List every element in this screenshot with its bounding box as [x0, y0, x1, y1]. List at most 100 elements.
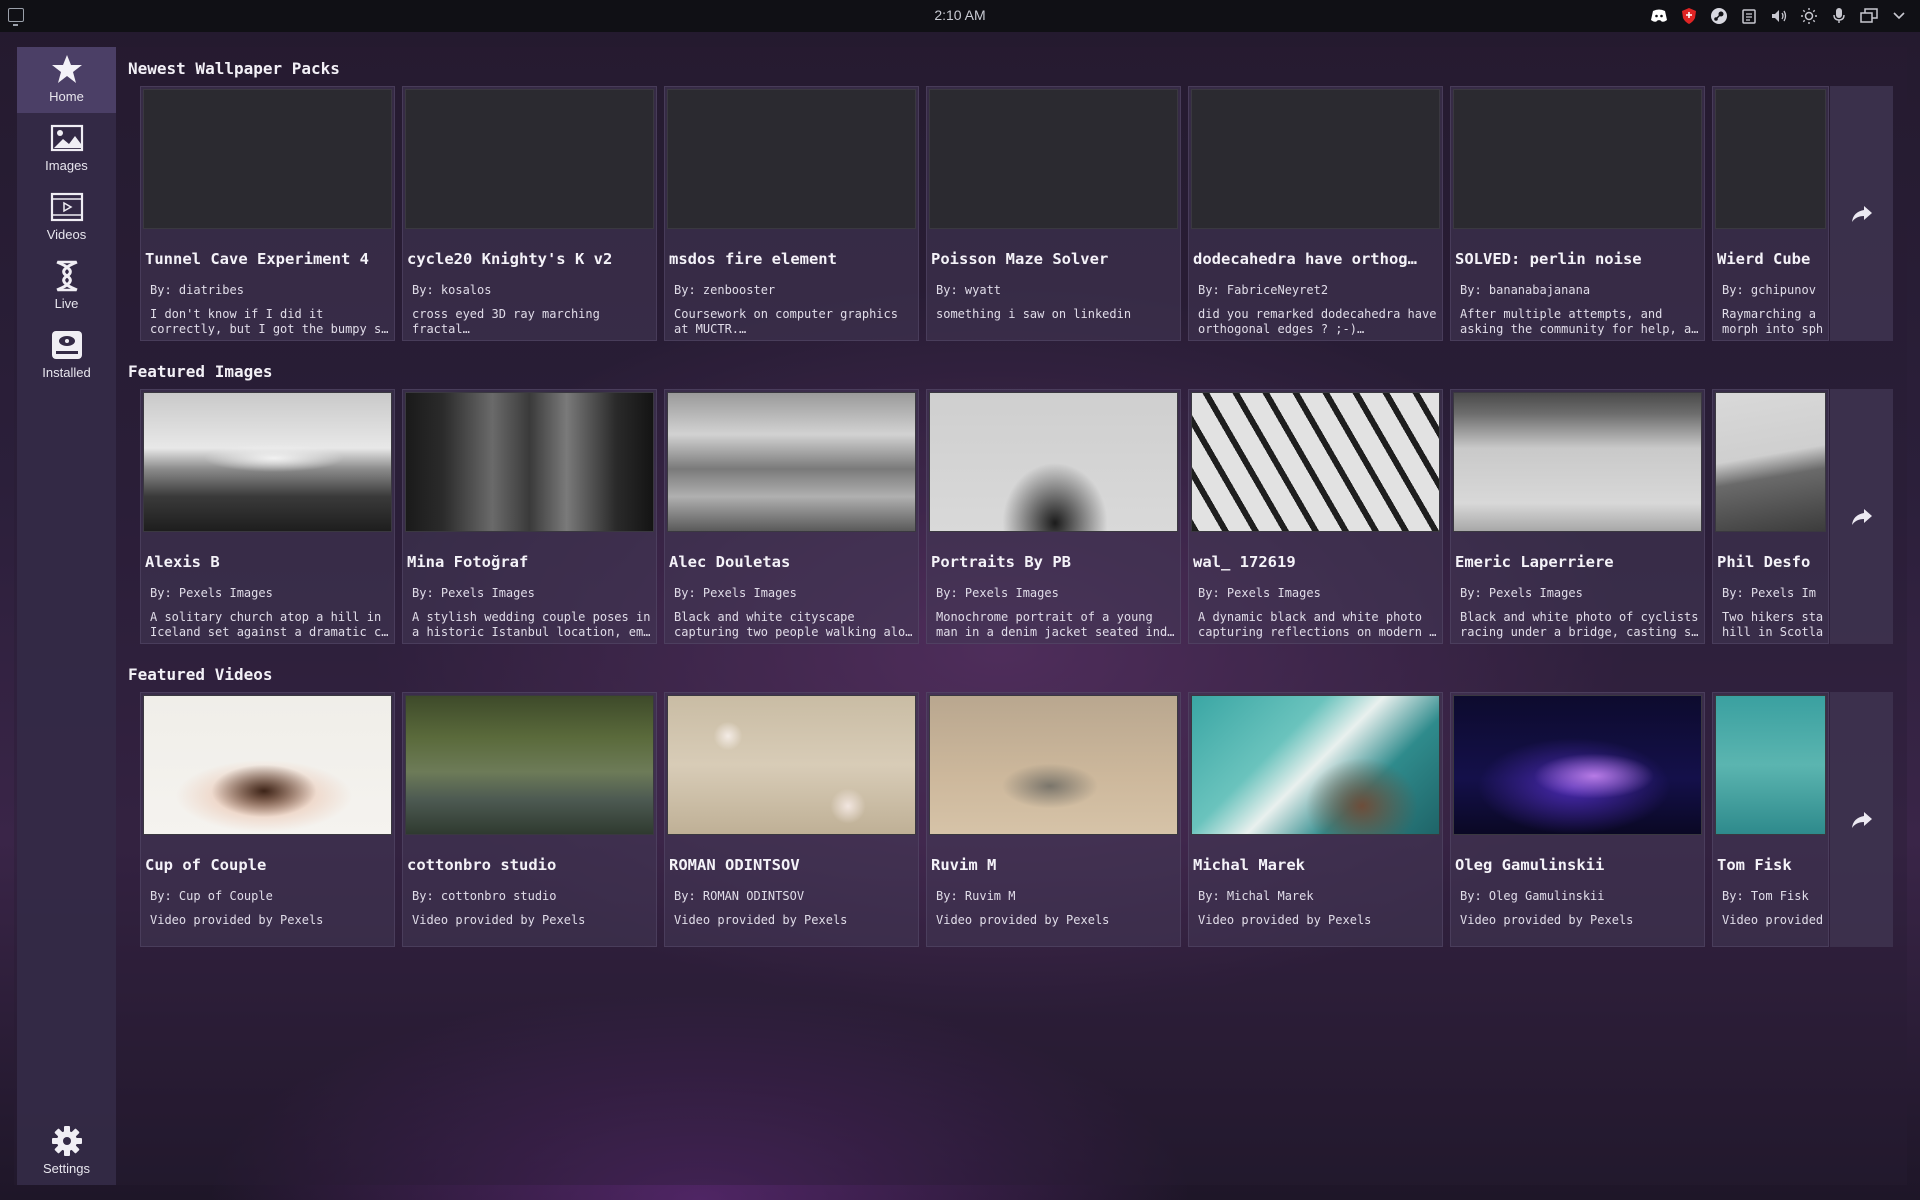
card-description: did you remarked dodecahedra have orthog… — [1198, 307, 1437, 336]
sidebar-item-label: Images — [45, 158, 88, 173]
card-author: By: Pexels Images — [150, 586, 273, 600]
system-clock[interactable]: 2:10 AM — [0, 7, 1920, 23]
card-author: By: Pexels Im — [1722, 586, 1816, 600]
pack-card[interactable]: Poisson Maze Solver By: wyatt something … — [926, 86, 1181, 341]
image-card[interactable]: Phil Desfo By: Pexels Im Two hikers sta … — [1712, 389, 1829, 644]
sidebar-item-installed[interactable]: Installed — [17, 323, 116, 389]
image-card[interactable]: Emeric Laperriere By: Pexels Images Blac… — [1450, 389, 1705, 644]
image-card[interactable]: wal_ 172619 By: Pexels Images A dynamic … — [1188, 389, 1443, 644]
dna-icon — [50, 260, 84, 292]
sidebar-item-images[interactable]: Images — [17, 116, 116, 182]
image-card[interactable]: Mina Fotoğraf By: Pexels Images A stylis… — [402, 389, 657, 644]
card-title: Alexis B — [145, 553, 220, 571]
app-launcher-icon[interactable] — [8, 8, 24, 26]
pack-card[interactable]: Wierd Cube By: gchipunov Raymarching a m… — [1712, 86, 1829, 341]
card-author: By: Pexels Images — [936, 586, 1059, 600]
card-title: Michal Marek — [1193, 856, 1305, 874]
card-author: By: Tom Fisk — [1722, 889, 1809, 903]
video-card[interactable]: Oleg Gamulinskii By: Oleg Gamulinskii Vi… — [1450, 692, 1705, 947]
image-thumbnail — [1191, 392, 1440, 532]
video-card[interactable]: cottonbro studio By: cottonbro studio Vi… — [402, 692, 657, 947]
video-thumbnail — [667, 695, 916, 835]
card-description: Video provided — [1722, 913, 1824, 927]
chevron-down-icon[interactable] — [1888, 5, 1910, 27]
card-author: By: Pexels Images — [1460, 586, 1583, 600]
image-card[interactable]: Alec Douletas By: Pexels Images Black an… — [664, 389, 919, 644]
packs-row: Tunnel Cave Experiment 4 By: diatribes I… — [140, 86, 1893, 341]
share-arrow-icon — [1851, 811, 1872, 828]
card-author: By: FabriceNeyret2 — [1198, 283, 1329, 297]
image-icon — [50, 122, 84, 154]
video-card[interactable]: Cup of Couple By: Cup of Couple Video pr… — [140, 692, 395, 947]
card-title: Phil Desfo — [1717, 553, 1811, 571]
sidebar-item-label: Videos — [46, 227, 87, 242]
pack-thumbnail — [1191, 89, 1440, 229]
pack-card[interactable]: msdos fire element By: zenbooster Course… — [664, 86, 919, 341]
card-author: By: bananabajanana — [1460, 283, 1591, 297]
image-thumbnail — [405, 392, 654, 532]
card-description: I don't know if I did it correctly, but … — [150, 307, 389, 336]
videos-more-button[interactable] — [1830, 692, 1893, 947]
card-author: By: zenbooster — [674, 283, 776, 297]
packs-more-button[interactable] — [1830, 86, 1893, 341]
sidebar-item-settings[interactable]: Settings — [17, 1119, 116, 1185]
pack-card[interactable]: cycle20 Knighty's K v2 By: kosalos cross… — [402, 86, 657, 341]
video-card[interactable]: Tom Fisk By: Tom Fisk Video provided — [1712, 692, 1829, 947]
card-title: msdos fire element — [669, 250, 837, 268]
pack-thumbnail — [667, 89, 916, 229]
card-title: Cup of Couple — [145, 856, 267, 874]
microphone-icon[interactable] — [1828, 5, 1850, 27]
sidebar-item-videos[interactable]: Videos — [17, 185, 116, 251]
card-description: A stylish wedding couple poses in a hist… — [412, 610, 651, 639]
video-card[interactable]: Ruvim M By: Ruvim M Video provided by Pe… — [926, 692, 1181, 947]
share-arrow-icon — [1851, 205, 1872, 222]
video-card[interactable]: ROMAN ODINTSOV By: ROMAN ODINTSOV Video … — [664, 692, 919, 947]
card-title: Portraits By PB — [931, 553, 1071, 571]
card-description: Raymarching a morph into sph — [1722, 307, 1824, 336]
image-card[interactable]: Alexis B By: Pexels Images A solitary ch… — [140, 389, 395, 644]
gear-icon — [50, 1125, 84, 1157]
system-tray — [1648, 5, 1910, 27]
card-description: Video provided by Pexels — [150, 913, 324, 927]
card-title: ROMAN ODINTSOV — [669, 856, 800, 874]
card-description: Black and white cityscape capturing two … — [674, 610, 913, 639]
image-thumbnail — [143, 392, 392, 532]
windows-icon[interactable] — [1858, 5, 1880, 27]
sidebar-item-home[interactable]: Home — [17, 47, 116, 113]
pack-card[interactable]: dodecahedra have orthog… By: FabriceNeyr… — [1188, 86, 1443, 341]
card-author: By: Oleg Gamulinskii — [1460, 889, 1605, 903]
card-author: By: Michal Marek — [1198, 889, 1314, 903]
card-description: A solitary church atop a hill in Iceland… — [150, 610, 389, 639]
drive-icon — [50, 329, 84, 361]
sidebar-item-live[interactable]: Live — [17, 254, 116, 320]
card-title: SOLVED: perlin noise — [1455, 250, 1642, 268]
share-arrow-icon — [1851, 508, 1872, 525]
brightness-icon[interactable] — [1798, 5, 1820, 27]
video-thumbnail — [405, 695, 654, 835]
image-thumbnail — [1453, 392, 1702, 532]
shield-icon[interactable] — [1678, 5, 1700, 27]
card-author: By: Pexels Images — [674, 586, 797, 600]
clipboard-icon[interactable] — [1738, 5, 1760, 27]
image-card[interactable]: Portraits By PB By: Pexels Images Monoch… — [926, 389, 1181, 644]
card-description: Video provided by Pexels — [412, 913, 586, 927]
section-title-images: Featured Images — [128, 362, 273, 381]
card-description: Two hikers sta hill in Scotla — [1722, 610, 1824, 639]
images-more-button[interactable] — [1830, 389, 1893, 644]
card-author: By: kosalos — [412, 283, 492, 297]
card-author: By: Pexels Images — [412, 586, 535, 600]
steam-icon[interactable] — [1708, 5, 1730, 27]
pack-thumbnail — [143, 89, 392, 229]
volume-icon[interactable] — [1768, 5, 1790, 27]
card-author: By: gchipunov — [1722, 283, 1816, 297]
pack-card[interactable]: SOLVED: perlin noise By: bananabajanana … — [1450, 86, 1705, 341]
card-description: Video provided by Pexels — [936, 913, 1110, 927]
video-card[interactable]: Michal Marek By: Michal Marek Video prov… — [1188, 692, 1443, 947]
card-title: dodecahedra have orthog… — [1193, 250, 1417, 268]
discord-icon[interactable] — [1648, 5, 1670, 27]
card-description: Video provided by Pexels — [1198, 913, 1372, 927]
card-title: cycle20 Knighty's K v2 — [407, 250, 613, 268]
pack-card[interactable]: Tunnel Cave Experiment 4 By: diatribes I… — [140, 86, 395, 341]
system-top-bar: 2:10 AM — [0, 0, 1920, 32]
pack-thumbnail — [929, 89, 1178, 229]
